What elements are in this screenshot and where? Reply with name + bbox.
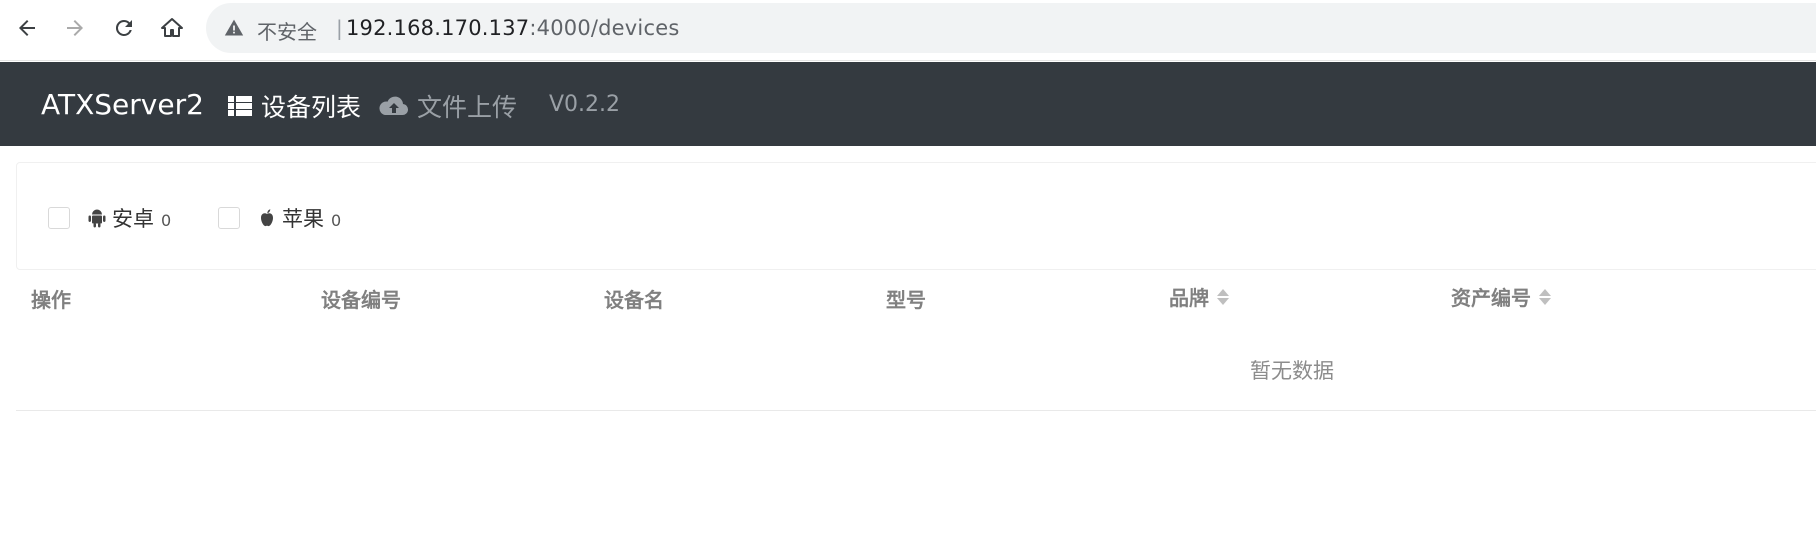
- nav-device-list[interactable]: 设备列表: [227, 88, 361, 124]
- cloud-upload-icon: [379, 96, 409, 116]
- column-header-brand[interactable]: 品牌: [1169, 282, 1229, 311]
- column-header-device-id: 设备编号: [321, 284, 401, 313]
- app-navbar: ATXServer2 设备列表 文件上传 V0.2.2: [0, 62, 1816, 146]
- column-header-label: 品牌: [1169, 286, 1209, 310]
- arrow-left-icon: [19, 20, 35, 36]
- security-label[interactable]: 不安全: [257, 16, 317, 45]
- column-header-label: 设备名: [604, 288, 664, 312]
- arrow-right-icon: [67, 20, 83, 36]
- column-header-asset-id[interactable]: 资产编号: [1451, 282, 1551, 311]
- column-header-model: 型号: [886, 284, 926, 313]
- brand-link[interactable]: ATXServer2: [41, 88, 204, 121]
- nav-device-list-label: 设备列表: [261, 93, 362, 122]
- url-host: 192.168.170.137: [346, 16, 530, 40]
- filter-ios-label: 苹果: [282, 207, 324, 231]
- forward-button[interactable]: [61, 14, 89, 42]
- warning-icon[interactable]: [224, 18, 244, 38]
- apple-icon: [261, 209, 273, 227]
- column-header-actions: 操作: [31, 284, 71, 313]
- reload-button[interactable]: [110, 14, 138, 42]
- column-header-label: 操作: [31, 288, 71, 312]
- android-icon: [88, 209, 106, 228]
- filter-ios[interactable]: 苹果 0: [218, 203, 341, 233]
- address-bar[interactable]: 不安全 | 192.168.170.137:4000/devices: [206, 3, 1816, 53]
- back-button[interactable]: [13, 14, 41, 42]
- home-icon: [161, 18, 183, 37]
- column-header-label: 资产编号: [1451, 286, 1531, 310]
- url-path: :4000/devices: [529, 16, 680, 40]
- filter-android-count: 0: [161, 211, 172, 230]
- reload-icon: [115, 19, 132, 36]
- browser-toolbar: 不安全 | 192.168.170.137:4000/devices: [0, 0, 1816, 61]
- column-header-label: 型号: [886, 288, 926, 312]
- filter-android[interactable]: 安卓 0: [48, 203, 171, 233]
- sort-icon[interactable]: [1217, 288, 1229, 305]
- android-checkbox[interactable]: [48, 207, 70, 229]
- filter-ios-count: 0: [331, 211, 342, 230]
- device-table-header: 操作 设备编号 设备名 型号 品牌 资产编号: [16, 278, 1816, 318]
- version-label: V0.2.2: [549, 92, 621, 117]
- filter-android-label: 安卓: [112, 207, 154, 231]
- address-separator: |: [336, 16, 343, 40]
- empty-table-message: 暂无数据: [1250, 359, 1334, 383]
- column-header-device-name: 设备名: [604, 284, 664, 313]
- home-button[interactable]: [158, 14, 186, 42]
- platform-filter-card: 安卓 0 苹果 0: [16, 162, 1816, 270]
- nav-file-upload-label: 文件上传: [417, 93, 518, 122]
- url-text[interactable]: 192.168.170.137:4000/devices: [346, 16, 679, 40]
- column-header-label: 设备编号: [321, 288, 401, 312]
- nav-file-upload[interactable]: 文件上传: [379, 88, 517, 124]
- table-divider: [16, 410, 1816, 411]
- list-icon: [228, 96, 252, 116]
- ios-checkbox[interactable]: [218, 207, 240, 229]
- sort-icon[interactable]: [1539, 288, 1551, 305]
